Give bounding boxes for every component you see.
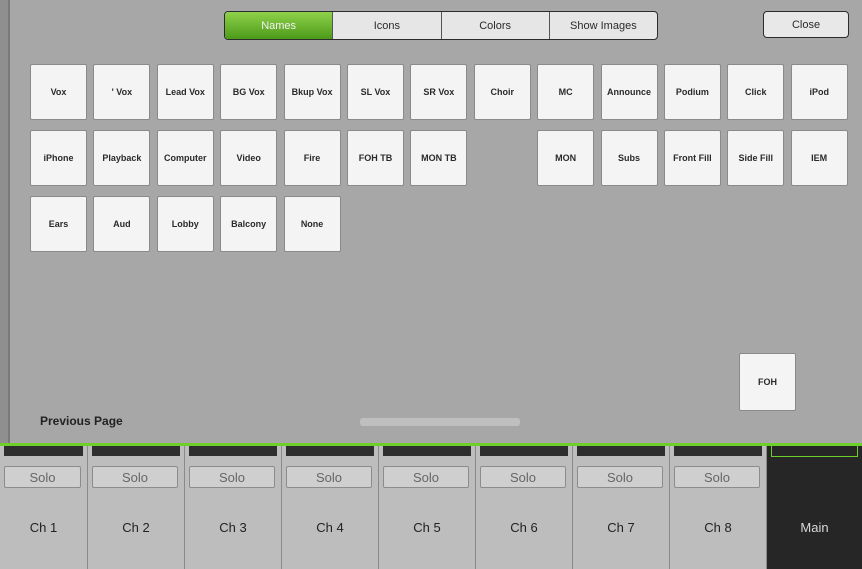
channel-strip[interactable]: Solo Ch 6 xyxy=(476,446,573,569)
name-button[interactable]: Announce xyxy=(600,64,658,120)
name-button[interactable]: Subs xyxy=(600,130,658,186)
name-button[interactable]: Aud xyxy=(93,196,151,252)
channel-label: Ch 7 xyxy=(607,520,635,535)
tab-show-images[interactable]: Show Images xyxy=(550,12,657,39)
solo-button[interactable]: Solo xyxy=(577,466,663,488)
solo-button[interactable]: Solo xyxy=(674,466,760,488)
channel-meter xyxy=(189,446,277,456)
channel-meter xyxy=(4,446,83,456)
name-button[interactable]: Fire xyxy=(283,130,341,186)
name-button[interactable]: ' Vox xyxy=(93,64,151,120)
name-button[interactable]: BG Vox xyxy=(220,64,278,120)
name-button[interactable]: Video xyxy=(220,130,278,186)
name-button[interactable]: Balcony xyxy=(220,196,278,252)
name-button[interactable]: Vox xyxy=(30,64,87,120)
name-button[interactable]: SL Vox xyxy=(346,64,404,120)
channel-strip[interactable]: Solo Ch 3 xyxy=(185,446,282,569)
solo-button[interactable]: Solo xyxy=(189,466,275,488)
tab-icons[interactable]: Icons xyxy=(333,12,442,39)
channel-meter xyxy=(92,446,180,456)
solo-button[interactable]: Solo xyxy=(286,466,372,488)
main-meter xyxy=(771,446,858,457)
channel-label: Ch 1 xyxy=(29,520,58,535)
close-button[interactable]: Close xyxy=(763,11,849,38)
channel-strip[interactable]: Solo Ch 2 xyxy=(88,446,185,569)
name-button[interactable]: Computer xyxy=(156,130,214,186)
solo-button[interactable]: Solo xyxy=(383,466,469,488)
tab-colors[interactable]: Colors xyxy=(442,12,550,39)
channel-label: Ch 6 xyxy=(510,520,538,535)
name-button[interactable]: Playback xyxy=(93,130,151,186)
channel-strip[interactable]: Solo Ch 5 xyxy=(379,446,476,569)
channel-label: Ch 2 xyxy=(122,520,150,535)
name-button[interactable]: Lobby xyxy=(156,196,214,252)
name-button[interactable]: MON xyxy=(537,130,595,186)
name-button-foh[interactable]: FOH xyxy=(739,353,796,411)
channel-label: Ch 4 xyxy=(316,520,344,535)
name-button[interactable]: iPod xyxy=(790,64,848,120)
channel-meter xyxy=(577,446,665,456)
channel-strip[interactable]: Solo Ch 4 xyxy=(282,446,379,569)
name-button[interactable]: MC xyxy=(537,64,595,120)
channel-meter xyxy=(383,446,471,456)
name-button[interactable]: Side Fill xyxy=(727,130,785,186)
channel-strip[interactable]: Solo Ch 1 xyxy=(0,446,88,569)
name-button[interactable]: iPhone xyxy=(30,130,87,186)
name-button[interactable]: Lead Vox xyxy=(156,64,214,120)
name-button[interactable]: Choir xyxy=(473,64,531,120)
solo-button[interactable]: Solo xyxy=(92,466,178,488)
hint-bar xyxy=(360,418,520,426)
channel-label: Ch 8 xyxy=(704,520,732,535)
main-label: Main xyxy=(800,520,829,535)
channel-strip-bar: Solo Ch 1 Solo Ch 2 Solo Ch 3 Solo Ch 4 Solo Ch 5… xyxy=(0,446,862,569)
channel-meter xyxy=(480,446,568,456)
name-button[interactable]: FOH TB xyxy=(346,130,404,186)
name-button[interactable]: Bkup Vox xyxy=(283,64,341,120)
tab-names[interactable]: Names xyxy=(225,12,334,39)
name-button[interactable]: Click xyxy=(727,64,785,120)
channel-label: Ch 3 xyxy=(219,520,247,535)
name-button[interactable]: SR Vox xyxy=(410,64,468,120)
channel-meter xyxy=(674,446,762,456)
name-button[interactable]: MON TB xyxy=(410,130,468,186)
name-button[interactable]: IEM xyxy=(790,130,848,186)
left-edge-strip xyxy=(0,0,8,443)
channel-meter xyxy=(286,446,374,456)
main-channel-strip[interactable]: Main xyxy=(767,446,862,569)
channel-label: Ch 5 xyxy=(413,520,441,535)
solo-button[interactable]: Solo xyxy=(480,466,566,488)
name-button[interactable]: None xyxy=(283,196,341,252)
name-button[interactable]: Podium xyxy=(663,64,721,120)
names-grid: Vox ' Vox Lead Vox BG Vox Bkup Vox SL Vox SR V… xyxy=(30,64,848,252)
name-button[interactable]: Ears xyxy=(30,196,87,252)
channel-strip[interactable]: Solo Ch 8 xyxy=(670,446,767,569)
channel-strip[interactable]: Solo Ch 7 xyxy=(573,446,670,569)
previous-page-link[interactable]: Previous Page xyxy=(40,414,123,428)
solo-button[interactable]: Solo xyxy=(4,466,81,488)
view-mode-tabs: Names Icons Colors Show Images xyxy=(224,11,658,40)
name-button[interactable]: Front Fill xyxy=(663,130,721,186)
